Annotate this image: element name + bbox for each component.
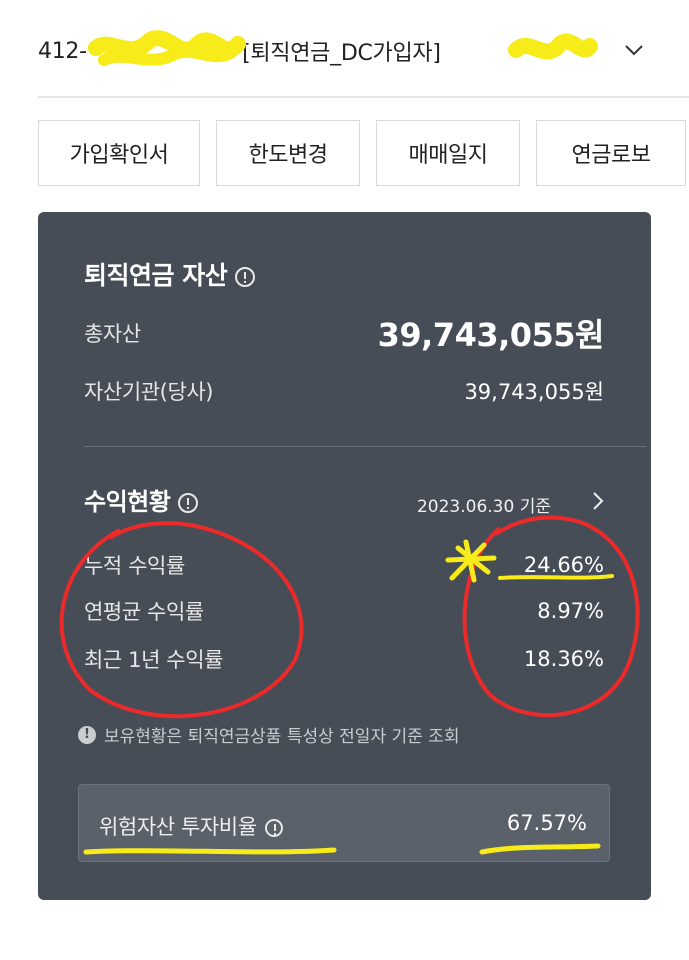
asset-title-text: 퇴직연금 자산 bbox=[84, 261, 228, 290]
info-icon[interactable] bbox=[178, 493, 199, 513]
risk-asset-value: 67.57% bbox=[506, 811, 587, 835]
info-icon[interactable] bbox=[264, 819, 283, 837]
return-value: 8.97% bbox=[537, 599, 604, 623]
return-value: 18.36% bbox=[523, 647, 604, 671]
header-divider bbox=[38, 96, 689, 98]
institution-asset-value: 39,743,055원 bbox=[464, 380, 604, 404]
account-type-label: [퇴직연금_DC가입자] bbox=[242, 41, 441, 66]
pension-robo-button[interactable]: 연금로보 bbox=[536, 120, 686, 186]
chevron-down-icon[interactable] bbox=[624, 40, 644, 60]
total-asset-label: 총자산 bbox=[84, 322, 141, 346]
trade-journal-button[interactable]: 매매일지 bbox=[376, 120, 520, 186]
asset-section-title: 퇴직연금 자산 bbox=[84, 256, 256, 292]
pension-asset-card: 퇴직연금 자산 총자산 39,743,055원 자산기관(당사) 39,743,… bbox=[38, 212, 651, 900]
return-label: 연평균 수익률 bbox=[84, 600, 204, 624]
limit-change-button[interactable]: 한도변경 bbox=[216, 120, 360, 186]
risk-label-text: 위험자산 투자비율 bbox=[99, 815, 257, 839]
risk-asset-label: 위험자산 투자비율 bbox=[99, 811, 283, 841]
return-label: 최근 1년 수익률 bbox=[84, 648, 224, 672]
account-prefix: 412- bbox=[38, 38, 87, 64]
institution-asset-label: 자산기관(당사) bbox=[84, 380, 214, 404]
card-divider bbox=[84, 446, 646, 447]
chevron-right-icon[interactable] bbox=[589, 490, 607, 512]
institution-asset-row: 자산기관(당사) 39,743,055원 bbox=[84, 376, 604, 406]
returns-title-text: 수익현황 bbox=[84, 488, 171, 516]
account-suffix: -0 bbox=[208, 38, 231, 64]
action-buttons: 가입확인서 한도변경 매매일지 연금로보 bbox=[38, 120, 686, 186]
return-row-recent: 최근 1년 수익률 18.36% bbox=[84, 644, 604, 674]
return-label: 누적 수익률 bbox=[84, 554, 185, 578]
info-icon[interactable] bbox=[235, 267, 256, 287]
certificate-button[interactable]: 가입확인서 bbox=[38, 120, 200, 186]
total-asset-value: 39,743,055원 bbox=[377, 316, 605, 354]
risk-asset-box: 위험자산 투자비율 67.57% bbox=[78, 784, 610, 862]
total-asset-row: 총자산 39,743,055원 bbox=[84, 310, 605, 356]
return-value: 24.66% bbox=[523, 553, 604, 577]
holding-note: ! 보유현황은 퇴직연금상품 특성상 전일자 기준 조회 bbox=[78, 722, 459, 747]
returns-section-title: 수익현황 bbox=[84, 482, 199, 517]
returns-date[interactable]: 2023.06.30 기준 bbox=[417, 492, 551, 517]
holding-note-text: 보유현황은 퇴직연금상품 특성상 전일자 기준 조회 bbox=[104, 727, 460, 747]
return-row-annual: 연평균 수익률 8.97% bbox=[84, 596, 604, 626]
account-selector[interactable]: 412- -0 [퇴직연금_DC가입자] bbox=[38, 18, 658, 84]
return-row-cumulative: 누적 수익률 24.66% bbox=[84, 550, 604, 580]
exclamation-icon: ! bbox=[78, 725, 96, 744]
